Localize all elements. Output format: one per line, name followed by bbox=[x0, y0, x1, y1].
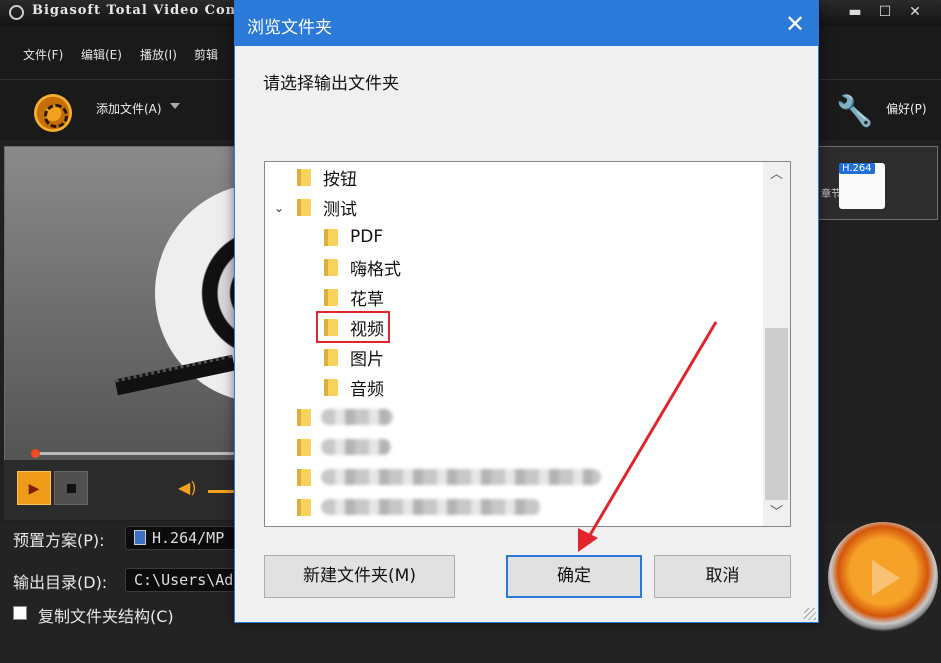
tree-item-label: 花草 bbox=[350, 289, 384, 310]
folder-icon bbox=[324, 288, 338, 306]
film-reel-icon[interactable] bbox=[34, 94, 72, 132]
tree-item-label: 音频 bbox=[350, 379, 384, 400]
h264-badge: H.264 bbox=[839, 163, 875, 174]
convert-button[interactable] bbox=[828, 522, 938, 632]
folder-tree[interactable]: 按钮 ⌄ 测试 PDF 嗨格式 花草 视频 图片 音频 ︿ ﹀ bbox=[264, 161, 791, 527]
redacted-label bbox=[321, 439, 391, 455]
close-icon[interactable]: ✕ bbox=[905, 2, 925, 22]
folder-icon bbox=[297, 498, 311, 516]
tree-item-test[interactable]: 测试 bbox=[297, 193, 357, 221]
tree-item-haigeshi[interactable]: 嗨格式 bbox=[324, 253, 401, 281]
dialog-titlebar: 浏览文件夹 ✕ bbox=[235, 1, 818, 46]
tree-item-label: 嗨格式 bbox=[350, 259, 401, 280]
tree-item-label: 测试 bbox=[323, 199, 357, 220]
window-controls: ▬ ☐ ✕ bbox=[845, 2, 925, 22]
menu-clip[interactable]: 剪辑 bbox=[194, 46, 218, 63]
tree-item-buttons[interactable]: 按钮 bbox=[297, 163, 357, 191]
app-title: Bigasoft Total Video Conv bbox=[32, 3, 245, 18]
chapter-label: 章节 bbox=[821, 189, 841, 200]
preset-value: H.264/MP bbox=[152, 529, 225, 547]
tree-item-label: 图片 bbox=[350, 349, 384, 370]
preferences-button[interactable]: 偏好(P) bbox=[886, 100, 927, 117]
tools-icon[interactable]: 🔧 bbox=[832, 92, 878, 132]
menu-edit[interactable]: 编辑(E) bbox=[81, 46, 122, 63]
close-icon[interactable]: ✕ bbox=[780, 9, 810, 39]
maximize-icon[interactable]: ☐ bbox=[875, 2, 895, 22]
tree-item-label: PDF bbox=[350, 227, 384, 247]
minimize-icon[interactable]: ▬ bbox=[845, 2, 865, 22]
playback-controls: ▶ ◀) bbox=[4, 460, 240, 520]
app-logo-icon bbox=[9, 5, 24, 20]
file-icon bbox=[134, 530, 146, 545]
folder-icon bbox=[297, 468, 311, 486]
redacted-label bbox=[321, 499, 541, 515]
redacted-label bbox=[321, 469, 601, 485]
browse-folder-dialog: 浏览文件夹 ✕ 请选择输出文件夹 按钮 ⌄ 测试 PDF 嗨格式 花草 视频 图… bbox=[234, 0, 819, 623]
add-file-button[interactable]: 添加文件(A) bbox=[96, 100, 162, 117]
preset-label: 预置方案(P): bbox=[13, 531, 105, 550]
dialog-prompt: 请选择输出文件夹 bbox=[263, 74, 399, 94]
seek-bar[interactable] bbox=[33, 452, 237, 455]
dialog-title: 浏览文件夹 bbox=[247, 18, 332, 38]
chevron-down-icon[interactable]: ⌄ bbox=[274, 202, 286, 214]
tree-item-redacted[interactable] bbox=[297, 403, 323, 431]
resize-grip-icon[interactable] bbox=[804, 608, 816, 620]
tree-item-redacted[interactable] bbox=[297, 463, 323, 491]
stop-button[interactable] bbox=[54, 471, 88, 505]
tree-scrollbar[interactable]: ︿ ﹀ bbox=[763, 162, 790, 526]
play-button[interactable]: ▶ bbox=[17, 471, 51, 505]
tree-item-images[interactable]: 图片 bbox=[324, 343, 384, 371]
profile-thumbnail[interactable]: H.264 章节 bbox=[818, 146, 938, 220]
tree-item-label: 按钮 bbox=[323, 169, 357, 190]
output-dir-label: 输出目录(D): bbox=[13, 573, 108, 592]
menu-play[interactable]: 播放(I) bbox=[140, 46, 177, 63]
folder-icon bbox=[297, 168, 311, 186]
chevron-up-icon[interactable]: ︿ bbox=[763, 162, 790, 188]
tree-item-redacted[interactable] bbox=[297, 493, 323, 521]
chevron-down-icon[interactable]: ﹀ bbox=[763, 500, 790, 526]
volume-icon[interactable]: ◀) bbox=[178, 478, 197, 497]
cancel-button[interactable]: 取消 bbox=[654, 555, 791, 598]
folder-icon bbox=[297, 408, 311, 426]
redacted-label bbox=[321, 409, 393, 425]
seek-knob[interactable] bbox=[31, 449, 40, 458]
tree-item-audio[interactable]: 音频 bbox=[324, 373, 384, 401]
folder-icon bbox=[297, 198, 311, 216]
folder-icon bbox=[324, 228, 338, 246]
copy-structure-checkbox[interactable] bbox=[13, 606, 27, 620]
ok-button[interactable]: 确定 bbox=[506, 555, 642, 598]
folder-icon bbox=[324, 348, 338, 366]
tree-item-flowers[interactable]: 花草 bbox=[324, 283, 384, 311]
tree-item-redacted[interactable] bbox=[297, 433, 323, 461]
copy-structure-label: 复制文件夹结构(C) bbox=[38, 607, 174, 626]
folder-icon bbox=[297, 438, 311, 456]
highlight-annotation bbox=[316, 311, 390, 343]
tree-item-pdf[interactable]: PDF bbox=[324, 223, 383, 251]
folder-icon bbox=[324, 258, 338, 276]
chevron-down-icon[interactable] bbox=[170, 103, 180, 109]
folder-icon bbox=[324, 378, 338, 396]
scrollbar-thumb[interactable] bbox=[765, 328, 788, 500]
new-folder-button[interactable]: 新建文件夹(M) bbox=[264, 555, 455, 598]
menu-file[interactable]: 文件(F) bbox=[23, 46, 63, 63]
